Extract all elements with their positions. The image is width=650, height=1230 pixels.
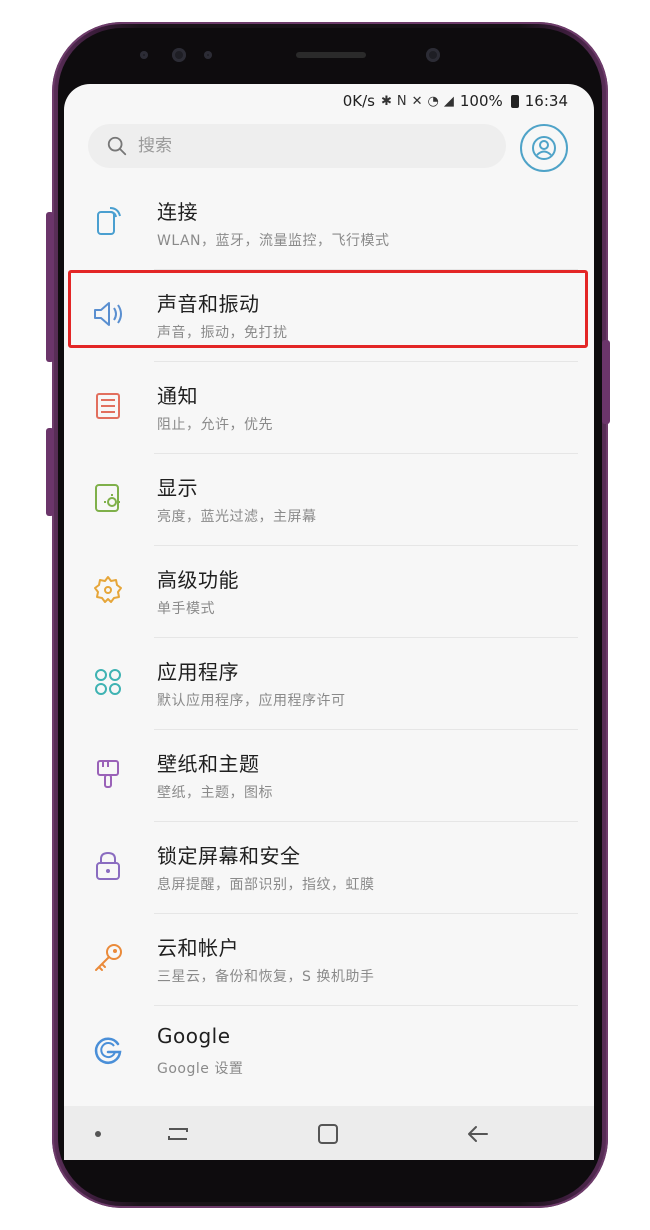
item-subtitle: 声音，振动，免打扰 (157, 325, 288, 341)
display-icon (95, 484, 120, 512)
screen: 0K/s ✱ Ν ✕ ◔ ◢ 100% 16:34 搜索 连接 WLAN，蓝牙，… (64, 84, 594, 1160)
signal-icon: ◢ (443, 93, 454, 109)
google-icon (94, 1037, 122, 1064)
settings-item-sound-vibration[interactable]: 声音和振动 声音，振动，免打扰 (64, 270, 594, 362)
speaker-icon (94, 302, 122, 326)
item-subtitle: WLAN，蓝牙，流量监控，飞行模式 (157, 233, 390, 249)
settings-item-advanced-features[interactable]: 高级功能 单手模式 (64, 546, 594, 638)
advanced-gear-icon (94, 576, 122, 603)
bluetooth-icon: ✱ (380, 93, 392, 109)
profile-icon (532, 136, 556, 160)
battery-level: 100% (459, 92, 503, 110)
item-subtitle: 亮度，蓝光过滤，主屏幕 (157, 509, 317, 525)
earpiece-speaker (296, 52, 366, 58)
item-subtitle: 息屏提醒，面部识别，指纹，虹膜 (157, 877, 375, 893)
dot-icon (95, 1131, 101, 1137)
status-bar: 0K/s ✱ Ν ✕ ◔ ◢ 100% 16:34 (64, 84, 594, 118)
item-title: 连接 (157, 200, 198, 224)
settings-item-notifications[interactable]: 通知 阻止，允许，优先 (64, 362, 594, 454)
connection-icon (97, 207, 121, 235)
top-sensors (0, 0, 650, 80)
recent-apps-button[interactable] (162, 1118, 194, 1150)
settings-item-display[interactable]: 显示 亮度，蓝光过滤，主屏幕 (64, 454, 594, 546)
item-title: Google (157, 1024, 231, 1048)
notification-icon (96, 393, 120, 419)
item-subtitle: Google 设置 (157, 1061, 244, 1077)
search-icon (107, 136, 127, 156)
back-button[interactable] (462, 1118, 494, 1150)
nfc-icon: Ν (396, 93, 407, 109)
volume-button (46, 212, 54, 362)
mute-icon: ✕ (411, 93, 423, 109)
item-subtitle: 阻止，允许，优先 (157, 417, 273, 433)
power-button (602, 340, 610, 424)
battery-icon (510, 94, 519, 108)
search-input[interactable] (136, 135, 480, 157)
settings-item-cloud-accounts[interactable]: 云和帐户 三星云，备份和恢复，S 换机助手 (64, 914, 594, 1006)
bixby-button (46, 428, 54, 516)
home-icon (318, 1124, 338, 1144)
item-title: 壁纸和主题 (157, 752, 260, 776)
status-icons: ✱ Ν ✕ ◔ ◢ (381, 94, 454, 109)
navigation-bar (64, 1106, 594, 1160)
sensor-dot (204, 51, 212, 59)
search-row (88, 124, 572, 172)
lock-icon (96, 851, 120, 880)
clock: 16:34 (524, 92, 568, 110)
settings-item-applications[interactable]: 应用程序 默认应用程序，应用程序许可 (64, 638, 594, 730)
back-arrow-icon (468, 1126, 488, 1142)
item-subtitle: 默认应用程序，应用程序许可 (157, 693, 346, 709)
item-subtitle: 三星云，备份和恢复，S 换机助手 (157, 969, 375, 985)
search-bar[interactable] (88, 124, 506, 168)
key-icon (95, 944, 122, 971)
item-title: 高级功能 (157, 568, 239, 592)
front-camera (426, 48, 440, 62)
home-button[interactable] (312, 1118, 344, 1150)
profile-button[interactable] (520, 124, 568, 172)
item-title: 声音和振动 (157, 292, 260, 316)
settings-item-google[interactable]: Google Google 设置 (64, 1006, 594, 1098)
settings-item-wallpaper-themes[interactable]: 壁纸和主题 壁纸，主题，图标 (64, 730, 594, 822)
recent-apps-icon (168, 1128, 188, 1140)
item-title: 通知 (157, 384, 198, 408)
item-title: 云和帐户 (157, 936, 239, 960)
iris-camera (172, 48, 186, 62)
item-subtitle: 壁纸，主题，图标 (157, 785, 273, 801)
network-speed: 0K/s (342, 92, 375, 110)
item-title: 应用程序 (157, 660, 239, 684)
brush-icon (97, 760, 119, 788)
item-subtitle: 单手模式 (157, 601, 215, 617)
settings-item-connections[interactable]: 连接 WLAN，蓝牙，流量监控，飞行模式 (64, 178, 594, 270)
apps-icon (95, 669, 121, 695)
item-title: 锁定屏幕和安全 (157, 844, 301, 868)
sensor-dot (140, 51, 148, 59)
settings-item-lock-screen-security[interactable]: 锁定屏幕和安全 息屏提醒，面部识别，指纹，虹膜 (64, 822, 594, 914)
nav-dot-button[interactable] (82, 1118, 114, 1150)
wifi-icon: ◔ (427, 93, 439, 109)
item-title: 显示 (157, 476, 198, 500)
